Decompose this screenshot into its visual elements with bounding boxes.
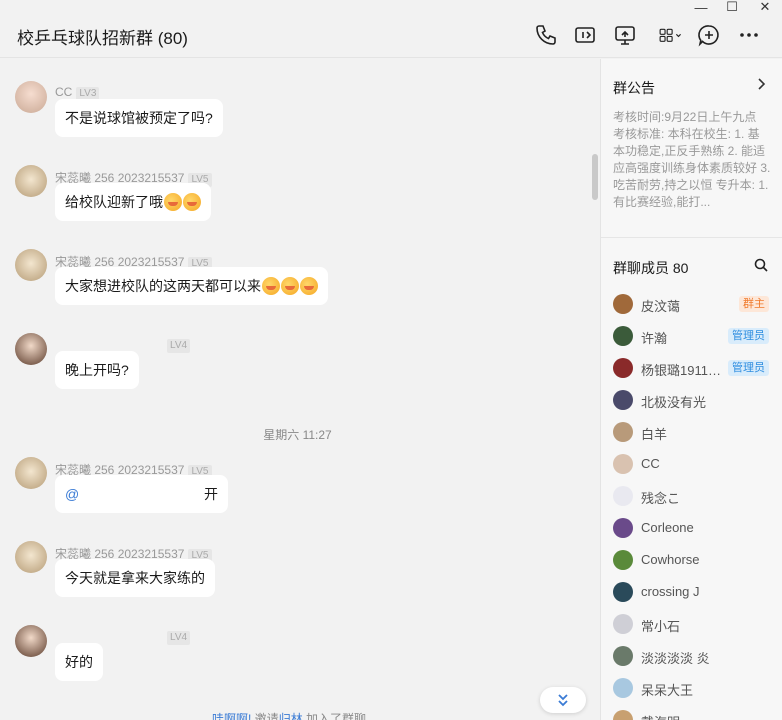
- member-item[interactable]: Corleone: [613, 518, 781, 538]
- chat-title: 校乒乓球队招新群 (80): [17, 29, 188, 48]
- member-item[interactable]: 许瀚 管理员: [613, 326, 781, 346]
- chat-messages[interactable]: CC LV3 不是说球馆被预定了吗? 宋蕊曦 256 2023215537 LV5 …: [0, 59, 600, 720]
- avatar[interactable]: [613, 518, 633, 538]
- scroll-to-bottom-button[interactable]: [540, 687, 586, 713]
- member-item[interactable]: 北极没有光: [613, 390, 781, 410]
- message-bubble[interactable]: 好的: [55, 643, 103, 681]
- message-bubble[interactable]: 给校队迎新了哦: [55, 183, 211, 221]
- minimize-button[interactable]: —: [686, 0, 716, 15]
- avatar[interactable]: [613, 390, 633, 410]
- avatar[interactable]: [15, 333, 47, 365]
- member-item[interactable]: Cowhorse: [613, 550, 781, 570]
- level-badge: LV4: [167, 339, 191, 353]
- member-name: Corleone: [641, 520, 694, 535]
- group-sidebar: 群公告 考核时间:9月22日上午九点 考核标准: 本科在校生: 1. 基本功稳定…: [600, 59, 782, 720]
- member-item[interactable]: 杨银璐19112... 管理员: [613, 358, 781, 378]
- more-icon[interactable]: [736, 22, 762, 48]
- apps-icon[interactable]: [652, 22, 688, 48]
- double-chevron-down-icon: [558, 694, 568, 707]
- message-bubble[interactable]: @ 开: [55, 475, 228, 513]
- add-member-icon[interactable]: [696, 22, 722, 48]
- video-icon[interactable]: [572, 22, 598, 48]
- maximize-button[interactable]: ☐: [717, 0, 747, 14]
- user-link[interactable]: 哇啊啊!: [212, 712, 251, 720]
- member-name: crossing J: [641, 584, 700, 599]
- member-name: Cowhorse: [641, 552, 700, 567]
- emoji-icon: [183, 193, 201, 211]
- member-name: 皮汶蔼: [641, 299, 681, 314]
- member-name: CC: [641, 456, 660, 471]
- member-name: 戴海明: [641, 712, 680, 720]
- admin-badge: 管理员: [728, 328, 769, 344]
- message-sender: LV4: [163, 629, 191, 645]
- notice-text[interactable]: 考核时间:9月22日上午九点 考核标准: 本科在校生: 1. 基本功稳定,正反手…: [613, 109, 771, 211]
- mention-tag[interactable]: @: [65, 486, 79, 502]
- avatar[interactable]: [15, 81, 47, 113]
- member-item[interactable]: 戴海明: [613, 710, 781, 720]
- level-badge: LV4: [167, 631, 191, 645]
- member-name: 常小石: [641, 619, 681, 634]
- admin-badge: 管理员: [728, 360, 769, 376]
- avatar[interactable]: [15, 457, 47, 489]
- member-item[interactable]: 皮汶蔼 群主: [613, 294, 781, 314]
- chevron-right-icon[interactable]: [755, 77, 767, 94]
- owner-badge: 群主: [739, 296, 769, 312]
- emoji-icon: [262, 277, 280, 295]
- avatar[interactable]: [15, 165, 47, 197]
- avatar[interactable]: [613, 678, 633, 698]
- avatar[interactable]: [613, 358, 633, 378]
- avatar[interactable]: [613, 326, 633, 346]
- avatar[interactable]: [613, 422, 633, 442]
- member-name: 呆呆大王: [641, 683, 694, 698]
- member-item[interactable]: 残念こ: [613, 486, 781, 506]
- member-name: 北极没有光: [641, 395, 707, 410]
- avatar[interactable]: [15, 625, 47, 657]
- avatar[interactable]: [15, 541, 47, 573]
- avatar[interactable]: [613, 294, 633, 314]
- emoji-icon: [281, 277, 299, 295]
- close-button[interactable]: ✕: [750, 0, 780, 14]
- message-bubble[interactable]: 不是说球馆被预定了吗?: [55, 99, 223, 137]
- avatar[interactable]: [613, 646, 633, 666]
- message-sender: LV4: [163, 337, 191, 353]
- system-message: 哇啊啊! 邀请归林 加入了群聊。: [212, 710, 378, 720]
- avatar[interactable]: [613, 550, 633, 570]
- message-bubble[interactable]: 大家想进校队的这两天都可以来: [55, 267, 328, 305]
- member-name: 许瀚: [641, 331, 668, 346]
- avatar[interactable]: [613, 486, 633, 506]
- member-item[interactable]: crossing J: [613, 582, 781, 602]
- chat-scrollbar[interactable]: [592, 154, 598, 200]
- member-item[interactable]: CC: [613, 454, 781, 474]
- member-name: 淡淡淡淡 炎: [641, 651, 710, 666]
- member-item[interactable]: 呆呆大王: [613, 678, 781, 698]
- avatar[interactable]: [613, 582, 633, 602]
- member-name: 杨银璐19112...: [641, 363, 726, 378]
- emoji-icon: [164, 193, 182, 211]
- screen-share-icon[interactable]: [612, 22, 638, 48]
- notice-title[interactable]: 群公告: [613, 78, 655, 98]
- message-bubble[interactable]: 晚上开吗?: [55, 351, 139, 389]
- phone-icon[interactable]: [533, 22, 559, 48]
- timestamp: 星期六 11:27: [263, 428, 332, 442]
- avatar[interactable]: [613, 710, 633, 720]
- emoji-icon: [300, 277, 318, 295]
- member-item[interactable]: 常小石: [613, 614, 781, 634]
- avatar[interactable]: [613, 454, 633, 474]
- title-bar: 校乒乓球队招新群 (80) — ☐ ✕: [0, 0, 782, 58]
- avatar[interactable]: [15, 249, 47, 281]
- divider: [601, 237, 782, 238]
- message-bubble[interactable]: 今天就是拿来大家练的: [55, 559, 215, 597]
- avatar[interactable]: [613, 614, 633, 634]
- search-icon[interactable]: [753, 257, 769, 273]
- user-link[interactable]: 归林: [279, 712, 303, 720]
- member-item[interactable]: 淡淡淡淡 炎: [613, 646, 781, 666]
- members-title: 群聊成员 80: [613, 260, 689, 276]
- member-name: 白羊: [641, 427, 668, 442]
- member-name: 残念こ: [641, 491, 681, 506]
- member-item[interactable]: 白羊: [613, 422, 781, 442]
